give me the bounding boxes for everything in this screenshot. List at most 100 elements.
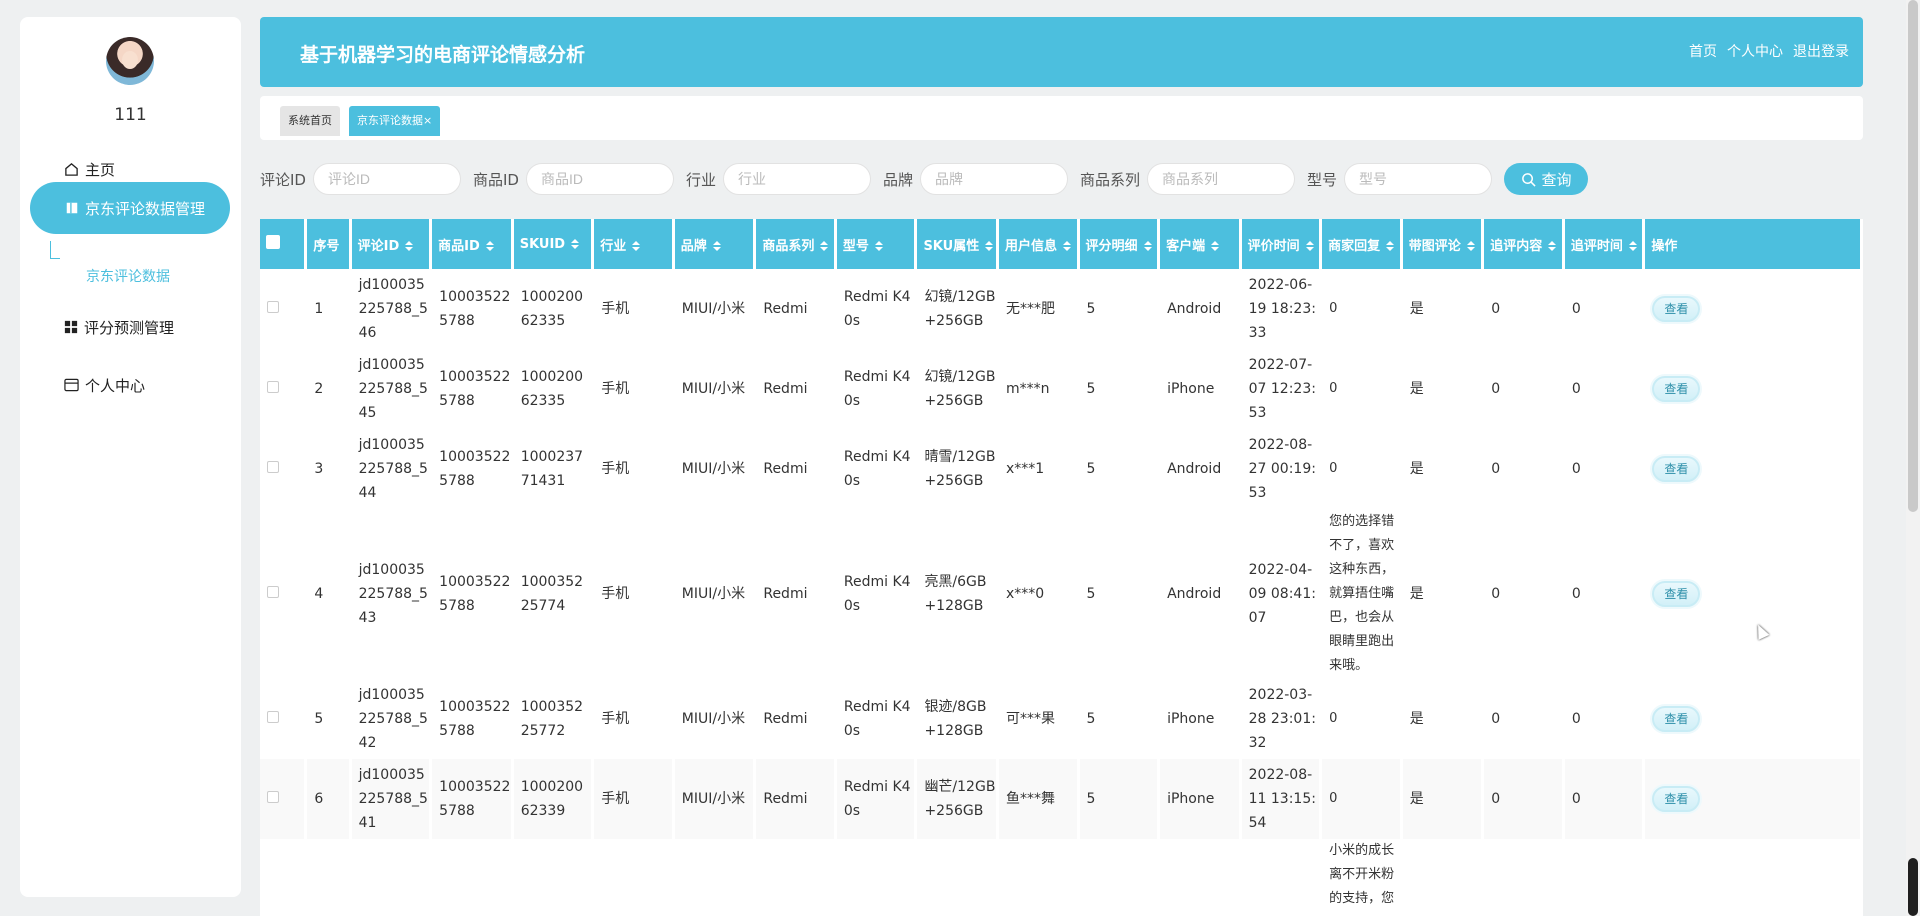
table-cell: Redmi K40s [836, 269, 918, 349]
table-cell: 幽芒/12GB+256GB [917, 759, 999, 839]
table-cell: MIUI/小米 [674, 349, 757, 429]
column-header[interactable]: 序号 [307, 219, 352, 269]
sort-icon[interactable] [1143, 241, 1152, 251]
series-input[interactable] [1147, 163, 1296, 195]
column-header[interactable]: 评论ID [351, 219, 433, 269]
column-header[interactable]: 评价时间 [1241, 219, 1323, 269]
view-button[interactable]: 查看 [1652, 296, 1701, 322]
table-cell: Redmi K40s [836, 759, 918, 839]
close-icon[interactable]: × [423, 114, 432, 127]
tab-home[interactable]: 系统首页 [280, 106, 340, 136]
table-cell: 2022-03-28 23:01:32 [1241, 679, 1323, 759]
table-cell [1484, 839, 1565, 916]
table-cell: iPhone [1160, 349, 1242, 429]
brand-input[interactable] [920, 163, 1068, 195]
home-link[interactable]: 首页 [1689, 41, 1717, 61]
sort-icon[interactable] [1386, 241, 1395, 251]
sort-icon[interactable] [1466, 241, 1475, 251]
column-header[interactable]: 评分明细 [1079, 219, 1161, 269]
table-cell: jd100035225788_544 [351, 429, 433, 509]
table-cell [513, 839, 595, 916]
industry-input[interactable] [722, 163, 871, 195]
column-header[interactable]: 商家回复 [1322, 219, 1403, 269]
sidebar-item-label: 主页 [85, 160, 116, 179]
search-button[interactable]: 查询 [1504, 163, 1589, 195]
column-header[interactable]: 行业 [594, 219, 675, 269]
sidebar-item-jd-comments[interactable]: 京东评论数据管理 [30, 182, 230, 234]
column-header[interactable]: 品牌 [674, 219, 757, 269]
view-button[interactable]: 查看 [1652, 706, 1701, 732]
table-cell: Redmi K40s [836, 509, 918, 679]
column-header[interactable]: 型号 [836, 219, 918, 269]
logout-link[interactable]: 退出登录 [1793, 41, 1849, 61]
view-button[interactable]: 查看 [1652, 581, 1701, 607]
sidebar-item-home[interactable]: 主页 [64, 157, 115, 181]
sort-icon[interactable] [985, 241, 994, 251]
view-button[interactable]: 查看 [1652, 786, 1701, 812]
row-checkbox[interactable] [267, 461, 279, 473]
avatar[interactable] [106, 37, 154, 85]
table-cell: jd100035225788_542 [351, 679, 433, 759]
sort-icon[interactable] [874, 241, 883, 251]
actions-cell: 查看 [1645, 509, 1863, 679]
scrollbar-thumb[interactable] [1908, 0, 1918, 512]
column-header-label: 追评内容 [1490, 238, 1543, 254]
sort-icon[interactable] [485, 241, 494, 251]
search-label: 商品系列 [1080, 170, 1141, 189]
sort-icon[interactable] [1063, 241, 1071, 251]
row-select-cell [260, 349, 308, 429]
table-cell [351, 839, 433, 916]
row-checkbox[interactable] [267, 791, 279, 803]
table-cell: 是 [1402, 349, 1485, 429]
tab-label: 系统首页 [288, 114, 332, 127]
table-cell [594, 839, 675, 916]
product-id-input[interactable] [525, 163, 674, 195]
column-header[interactable]: 客户端 [1160, 219, 1242, 269]
view-button[interactable]: 查看 [1652, 456, 1701, 482]
select-all-checkbox[interactable] [266, 235, 280, 249]
column-header[interactable]: 商品ID [432, 219, 514, 269]
row-checkbox[interactable] [267, 301, 279, 313]
sort-icon[interactable] [1305, 241, 1314, 251]
table-row: 1 jd100035225788_546 100035225788 100020062… [260, 269, 1863, 349]
sidebar-item-label: 个人中心 [85, 376, 146, 395]
profile-link[interactable]: 个人中心 [1727, 41, 1783, 61]
column-header[interactable]: 追评时间 [1564, 219, 1646, 269]
column-header[interactable]: 追评内容 [1484, 219, 1565, 269]
sort-icon[interactable] [1628, 241, 1637, 251]
search-label: 品牌 [882, 170, 913, 189]
sort-icon[interactable] [1548, 241, 1557, 251]
sort-icon[interactable] [632, 241, 641, 251]
view-button[interactable]: 查看 [1652, 376, 1701, 402]
page-scrollbar[interactable] [1906, 0, 1920, 916]
sidebar-item-score-prediction[interactable]: 评分预测管理 [64, 315, 174, 339]
column-header[interactable]: 用户信息 [998, 219, 1080, 269]
sidebar-item-profile[interactable]: 个人中心 [64, 373, 145, 397]
sort-icon[interactable] [405, 241, 414, 251]
row-checkbox[interactable] [267, 381, 279, 393]
table-cell: 0 [1322, 429, 1403, 509]
column-header[interactable]: SKU属性 [917, 219, 999, 269]
search-label: 型号 [1307, 170, 1338, 189]
row-checkbox[interactable] [267, 586, 279, 598]
sort-icon[interactable] [820, 241, 829, 251]
sort-icon[interactable] [571, 239, 580, 249]
comment-id-input[interactable] [312, 163, 461, 195]
table-cell [1564, 839, 1646, 916]
row-checkbox[interactable] [267, 711, 279, 723]
sidebar-subitem-jd-data[interactable]: 京东评论数据 [86, 266, 170, 286]
table-cell: 100035225788 [432, 429, 514, 509]
sort-icon[interactable] [712, 241, 721, 251]
table-cell: MIUI/小米 [674, 429, 757, 509]
model-input[interactable] [1344, 163, 1493, 195]
select-all-header[interactable] [260, 219, 308, 269]
column-header[interactable]: 商品系列 [756, 219, 837, 269]
row-select-cell [260, 759, 308, 839]
sidebar-item-label: 评分预测管理 [84, 318, 175, 337]
actions-cell [1645, 839, 1863, 916]
sort-icon[interactable] [1211, 241, 1220, 251]
tab-jd-comments[interactable]: 京东评论数据× [349, 106, 441, 136]
table-cell [1402, 839, 1485, 916]
column-header[interactable]: 带图评论 [1402, 219, 1485, 269]
column-header[interactable]: SKUID [513, 219, 595, 269]
